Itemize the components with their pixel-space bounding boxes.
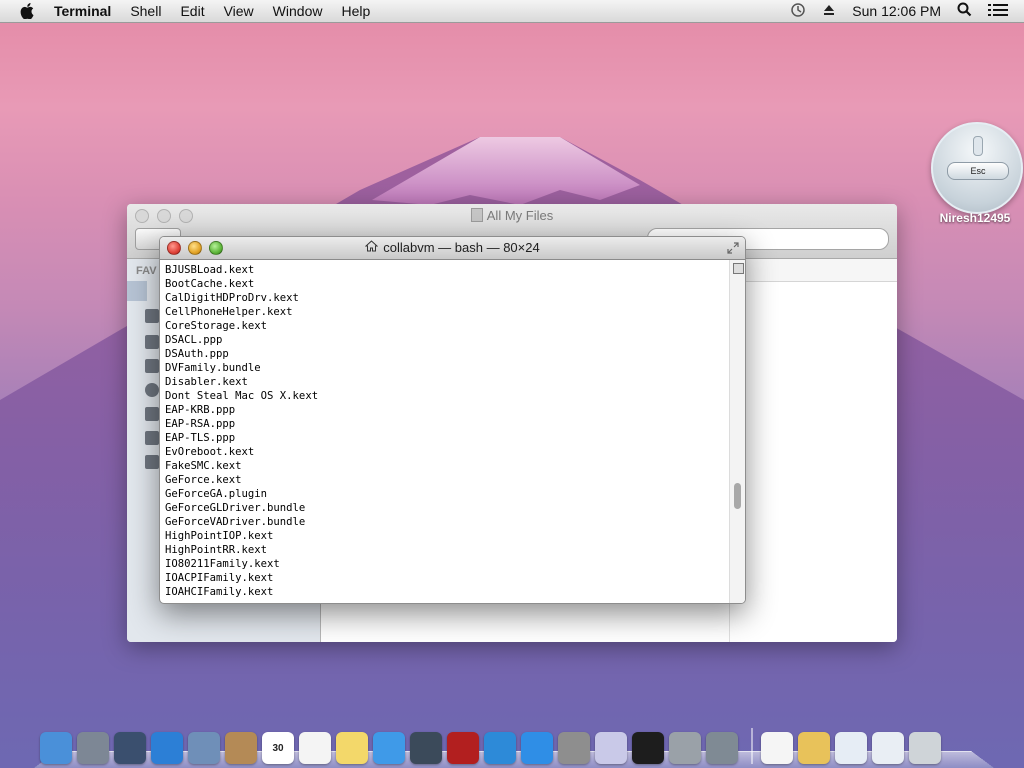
folder-icon[interactable] (872, 732, 904, 764)
home-icon (364, 240, 379, 255)
system-preferences-icon[interactable] (558, 732, 590, 764)
terminal-line: CoreStorage.kext (165, 320, 268, 332)
messages-icon[interactable] (373, 732, 405, 764)
fullscreen-icon[interactable] (726, 241, 740, 255)
terminal-line: EvOreboot.kext (165, 446, 255, 458)
terminal-line: CalDigitHDProDrv.kext (165, 292, 299, 304)
launchpad-icon[interactable] (77, 732, 109, 764)
terminal-line: IO80211Family.kext (165, 558, 280, 570)
trash-icon[interactable] (909, 732, 941, 764)
terminal-line: GeForce.kext (165, 474, 242, 486)
itunes-icon[interactable] (484, 732, 516, 764)
calendar-icon[interactable]: 30 (262, 732, 294, 764)
dock: 30 (34, 718, 994, 768)
terminal-line: EAP-RSA.ppp (165, 418, 236, 430)
terminal-line: GeForceVADriver.bundle (165, 516, 306, 528)
music-icon[interactable] (145, 431, 159, 445)
eject-icon[interactable] (822, 3, 836, 20)
esc-key[interactable]: Esc (947, 162, 1009, 180)
terminal-window: collabvm — bash — 80×24 BJUSBLoad.kext Bo… (159, 236, 746, 604)
contacts-icon[interactable] (225, 732, 257, 764)
utility-icon[interactable] (706, 732, 738, 764)
terminal-line: HighPointIOP.kext (165, 530, 274, 542)
applications-icon[interactable] (145, 309, 159, 323)
terminal-line: FakeSMC.kext (165, 460, 242, 472)
notes-icon[interactable] (336, 732, 368, 764)
spotlight-icon[interactable] (957, 2, 972, 20)
finder-title: All My Files (127, 208, 897, 223)
terminal-title: collabvm — bash — 80×24 (160, 240, 745, 255)
terminal-line: IOAHCIFamily.kext (165, 586, 274, 598)
terminal-line: Dont Steal Mac OS X.kext (165, 390, 319, 402)
dock-separator (751, 728, 753, 764)
document-icon[interactable] (761, 732, 793, 764)
dock-icons: 30 (34, 718, 994, 764)
menu-help[interactable]: Help (341, 3, 370, 19)
downloads-icon[interactable] (145, 383, 159, 397)
terminal-line: GeForceGA.plugin (165, 488, 268, 500)
terminal-titlebar: collabvm — bash — 80×24 (160, 237, 745, 260)
time-machine-icon[interactable] (790, 2, 806, 21)
terminal-line: DSACL.ppp (165, 334, 223, 346)
menu-shell[interactable]: Shell (130, 3, 161, 19)
downloads-icon[interactable] (835, 732, 867, 764)
terminal-icon[interactable] (632, 732, 664, 764)
menu-edit[interactable]: Edit (180, 3, 204, 19)
wizard-icon[interactable] (595, 732, 627, 764)
scrollbar-thumb[interactable] (734, 483, 741, 509)
terminal-line: IOACPIFamily.kext (165, 572, 274, 584)
terminal-line: BootCache.kext (165, 278, 255, 290)
mail-icon[interactable] (188, 732, 220, 764)
apple-icon[interactable] (20, 3, 40, 19)
app-store-icon[interactable] (521, 732, 553, 764)
terminal-output[interactable]: BJUSBLoad.kext BootCache.kext CalDigitHDPr… (160, 260, 729, 603)
desktop-icon[interactable] (145, 359, 159, 373)
username-label: Niresh12495 (939, 211, 1011, 225)
favorites-header: FAV (136, 265, 157, 277)
split-pane-button[interactable] (733, 263, 744, 274)
esc-hud[interactable]: Esc (931, 122, 1023, 214)
photo-booth-icon[interactable] (447, 732, 479, 764)
terminal-line: GeForceGLDriver.bundle (165, 502, 306, 514)
terminal-line: Disabler.kext (165, 376, 248, 388)
terminal-line: CellPhoneHelper.kext (165, 306, 293, 318)
installer-icon[interactable] (669, 732, 701, 764)
safari-icon[interactable] (151, 732, 183, 764)
reminders-icon[interactable] (299, 732, 331, 764)
facetime-icon[interactable] (410, 732, 442, 764)
stack-icon[interactable] (798, 732, 830, 764)
finder-icon[interactable] (40, 732, 72, 764)
terminal-line: DSAuth.ppp (165, 348, 229, 360)
sidebar-selected-item[interactable] (127, 281, 147, 301)
terminal-line: HighPointRR.kext (165, 544, 268, 556)
terminal-line: EAP-TLS.ppp (165, 432, 236, 444)
menu-window[interactable]: Window (273, 3, 323, 19)
mission-control-icon[interactable] (114, 732, 146, 764)
notification-list-icon[interactable] (988, 2, 1008, 21)
all-my-files-icon (470, 208, 483, 222)
terminal-line: BJUSBLoad.kext (165, 264, 255, 276)
terminal-scrollbar[interactable] (729, 260, 745, 603)
terminal-line: DVFamily.bundle (165, 362, 261, 374)
menu-app-name[interactable]: Terminal (54, 3, 111, 19)
documents-icon[interactable] (145, 335, 159, 349)
movies-icon[interactable] (145, 407, 159, 421)
pictures-icon[interactable] (145, 455, 159, 469)
menu-bar: Terminal Shell Edit View Window Help Sun… (0, 0, 1024, 23)
microphone-icon (973, 136, 983, 156)
menu-view[interactable]: View (224, 3, 254, 19)
terminal-line: EAP-KRB.ppp (165, 404, 236, 416)
clock[interactable]: Sun 12:06 PM (852, 3, 941, 19)
